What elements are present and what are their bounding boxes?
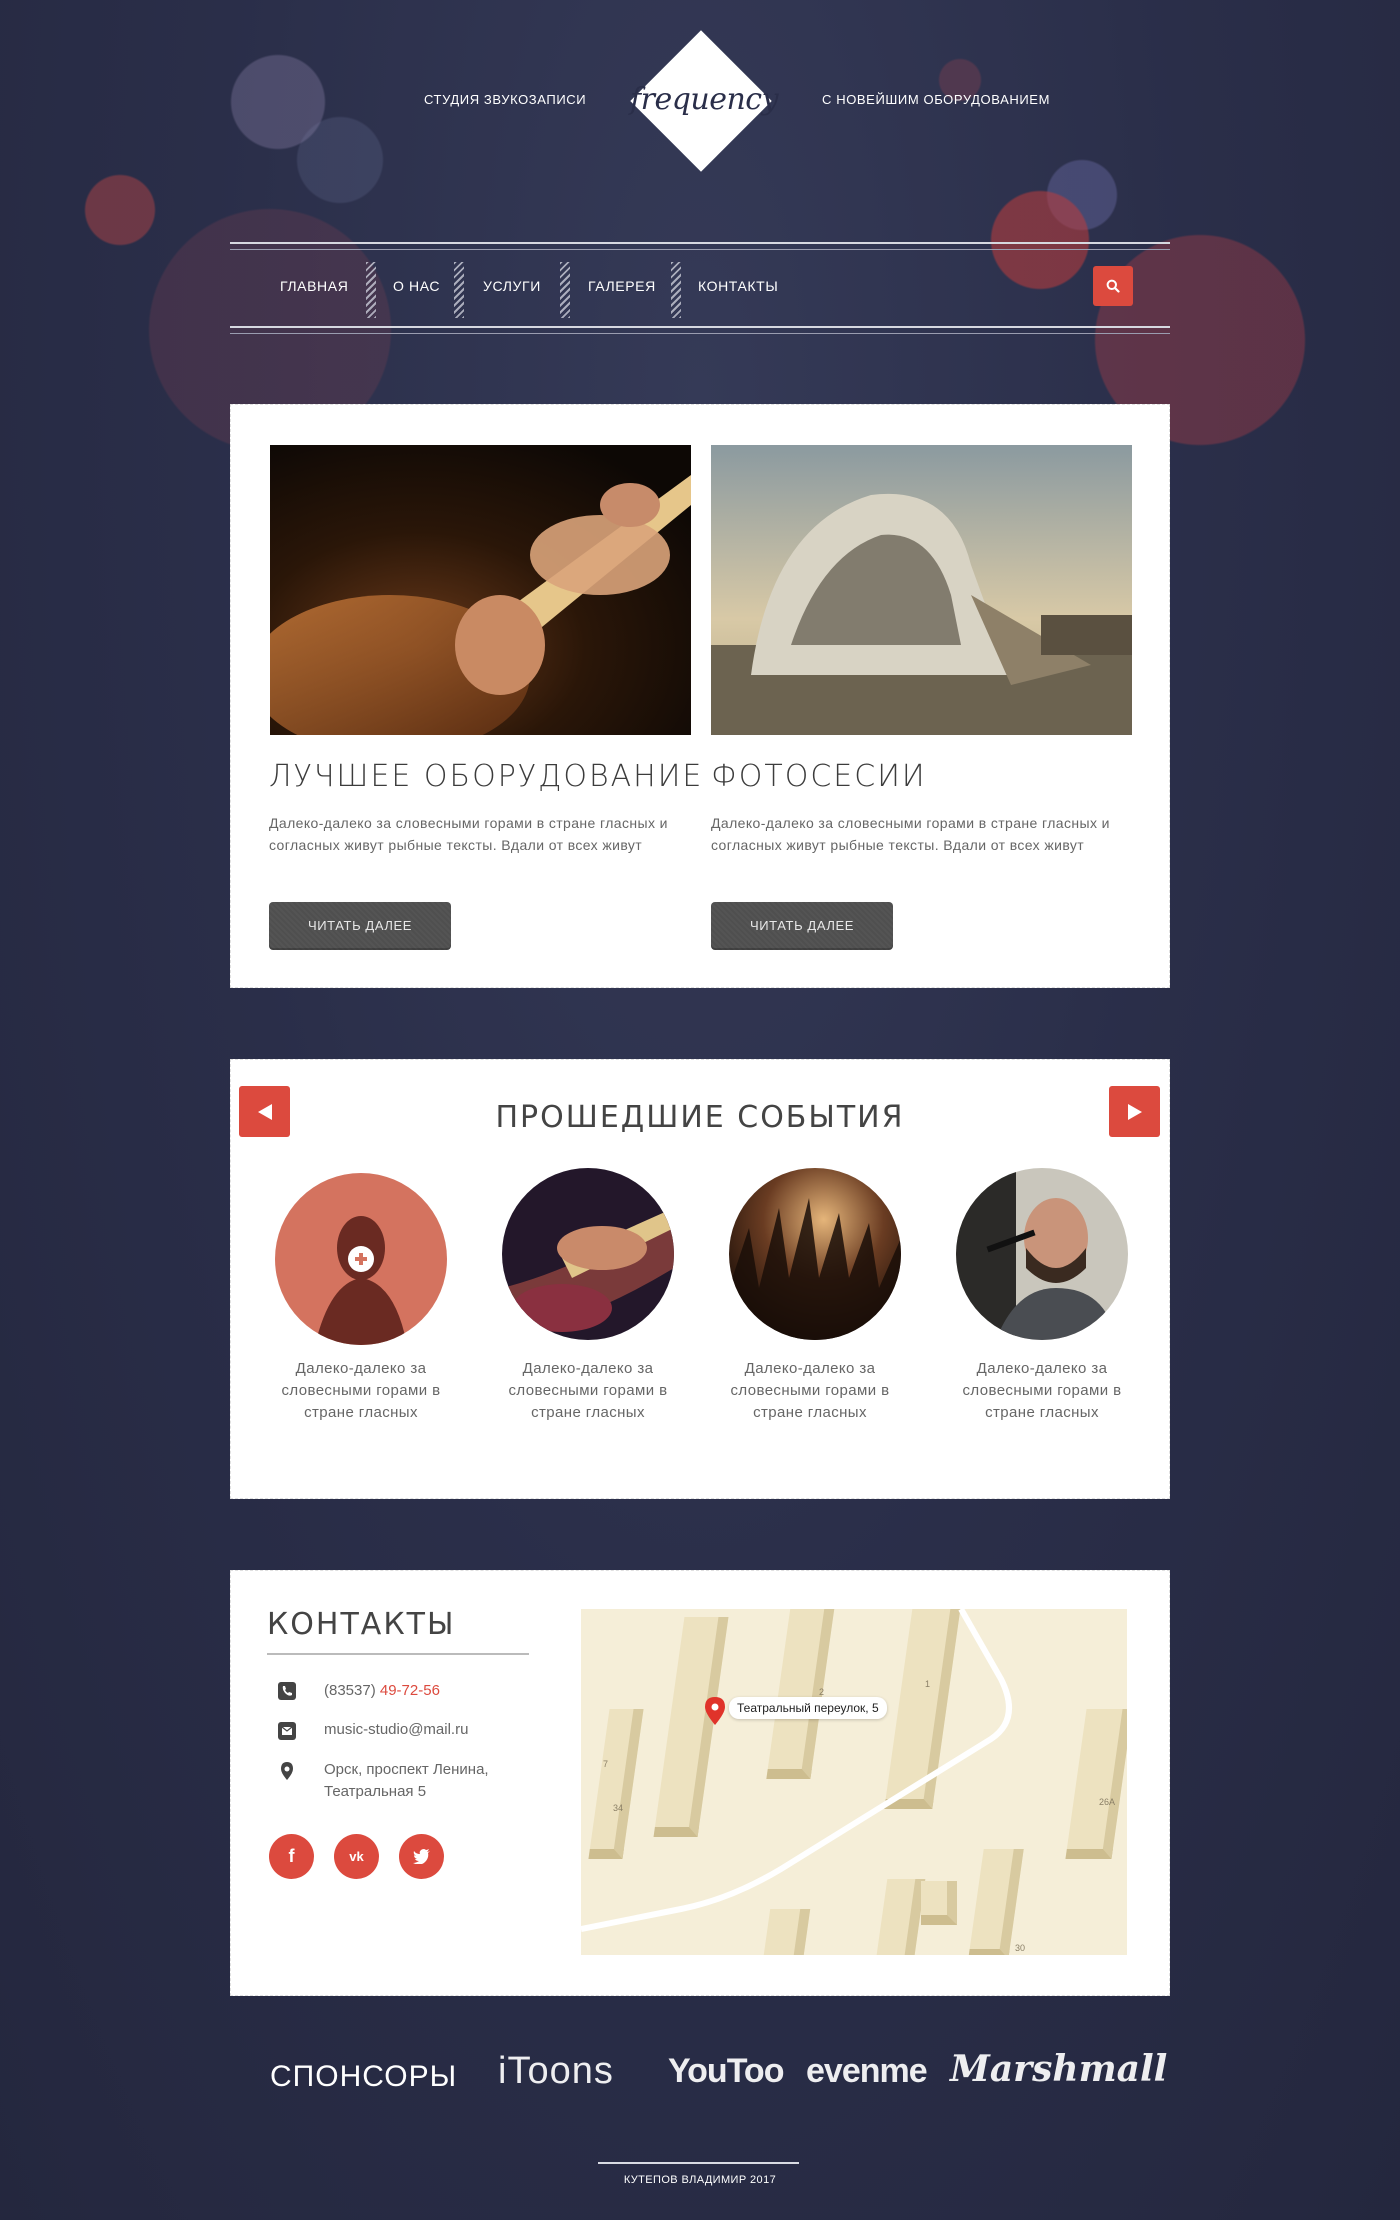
prev-button[interactable] [239,1086,290,1137]
feature-text: Далеко-далеко за словесными горами в стр… [711,815,1110,853]
facebook-icon[interactable]: f [269,1834,314,1879]
address-line-2: Театральная 5 [324,1783,427,1800]
phone-text[interactable]: (83537) 49-72-56 [324,1680,440,1702]
search-button[interactable] [1093,266,1133,306]
nav-top-line [230,242,1170,244]
event-caption: Далеко-далеко за словесными горами в стр… [962,1360,1122,1421]
main-nav: ГЛАВНАЯ О НАС УСЛУГИ ГАЛЕРЕЯ КОНТАКТЫ [230,260,1170,318]
event-caption: Далеко-далеко за словесными горами в стр… [508,1360,668,1421]
nav-bottom-line [230,326,1170,328]
event-photo[interactable] [729,1168,901,1340]
map-roads [581,1609,1012,1932]
feature-title: ФОТОСЕСИИ [711,759,927,794]
vk-icon[interactable]: vk [334,1834,379,1879]
sponsors-title: СПОНСОРЫ [270,2060,458,2093]
events-panel: ПРОШЕДШИЕ СОБЫТИЯ Далеко-далеко за слове… [230,1059,1170,1499]
map-label: 1 [925,1679,931,1689]
nav-separator [560,262,570,318]
nav-bottom-line-thin [230,333,1170,334]
graffiti-photo [711,445,1132,735]
tagline-right: С НОВЕЙШИМ ОБОРУДОВАНИЕМ [822,92,1051,107]
map-label: 7 [603,1759,609,1769]
map-label: 2 [819,1687,825,1697]
feature-text: Далеко-далеко за словесными горами в стр… [269,815,668,853]
phone-code: (83537) [324,1682,376,1699]
event-photo[interactable] [502,1168,674,1340]
contacts-title: КОНТАКТЫ [267,1607,456,1642]
map[interactable]: 7 34 1 2 26А 30 Театральный переулок, 5 [581,1609,1127,1955]
nav-item-home[interactable]: ГЛАВНАЯ [280,278,348,294]
nav-item-about[interactable]: О НАС [393,278,440,294]
logo-text: frequency [630,82,779,117]
events-title: ПРОШЕДШИЕ СОБЫТИЯ [495,1100,905,1135]
nav-item-services[interactable]: УСЛУГИ [483,278,541,294]
arrow-left-icon [257,1103,272,1120]
sponsor-logo-evenme[interactable]: evenme [806,2052,928,2091]
address-line-1: Орск, проспект Ленина, [324,1761,489,1778]
read-more-button[interactable]: ЧИТАТЬ ДАЛЕЕ [269,902,451,950]
contacts-divider [267,1653,529,1655]
sponsor-logo-youtoo[interactable]: YouToo [668,2052,784,2091]
arrow-right-icon [1127,1103,1142,1120]
nav-separator [454,262,464,318]
map-marker-icon[interactable] [705,1697,725,1725]
sponsor-logo-marshmall[interactable]: Marshmall [950,2048,1167,2090]
next-button[interactable] [1109,1086,1160,1137]
read-more-button[interactable]: ЧИТАТЬ ДАЛЕЕ [711,902,893,950]
feature-title: ЛУЧШЕЕ ОБОРУДОВАНИЕ [269,759,704,794]
search-icon [1106,279,1120,293]
features-panel: ЛУЧШЕЕ ОБОРУДОВАНИЕ Далеко-далеко за сло… [230,404,1170,988]
nav-separator [366,262,376,318]
phone-number: 49-72-56 [379,1682,440,1699]
nav-separator [671,262,681,318]
location-pin-icon [281,1762,293,1780]
contacts-panel: КОНТАКТЫ (83537) 49-72-56 music-studio@m… [230,1570,1170,1996]
tagline-left: СТУДИЯ ЗВУКОЗАПИСИ [424,92,587,107]
nav-item-contacts[interactable]: КОНТАКТЫ [698,278,778,294]
guitar-photo [270,445,691,735]
sponsor-logo-itoons[interactable]: iToons [498,2050,614,2093]
map-label: 34 [613,1803,624,1813]
nav-top-line-thin [230,249,1170,250]
footer-copyright: КУТЕПОВ ВЛАДИМИР 2017 [623,2174,777,2186]
map-label: 26А [1099,1797,1116,1807]
footer-divider [598,2162,799,2164]
event-caption: Далеко-далеко за словесными горами в стр… [281,1360,441,1421]
event-caption: Далеко-далеко за словесными горами в стр… [730,1360,890,1421]
email-text[interactable]: music-studio@mail.ru [324,1719,468,1741]
event-photo[interactable] [275,1173,447,1345]
email-icon [278,1722,296,1740]
address-text: Орск, проспект Ленина, Театральная 5 [324,1759,489,1803]
map-label: 30 [1015,1943,1026,1953]
map-address-label: Театральный переулок, 5 [729,1697,887,1719]
nav-item-gallery[interactable]: ГАЛЕРЕЯ [588,278,656,294]
twitter-icon[interactable] [399,1834,444,1879]
logo[interactable]: frequency [630,30,779,172]
phone-icon [278,1682,296,1700]
event-photo[interactable] [956,1168,1128,1340]
